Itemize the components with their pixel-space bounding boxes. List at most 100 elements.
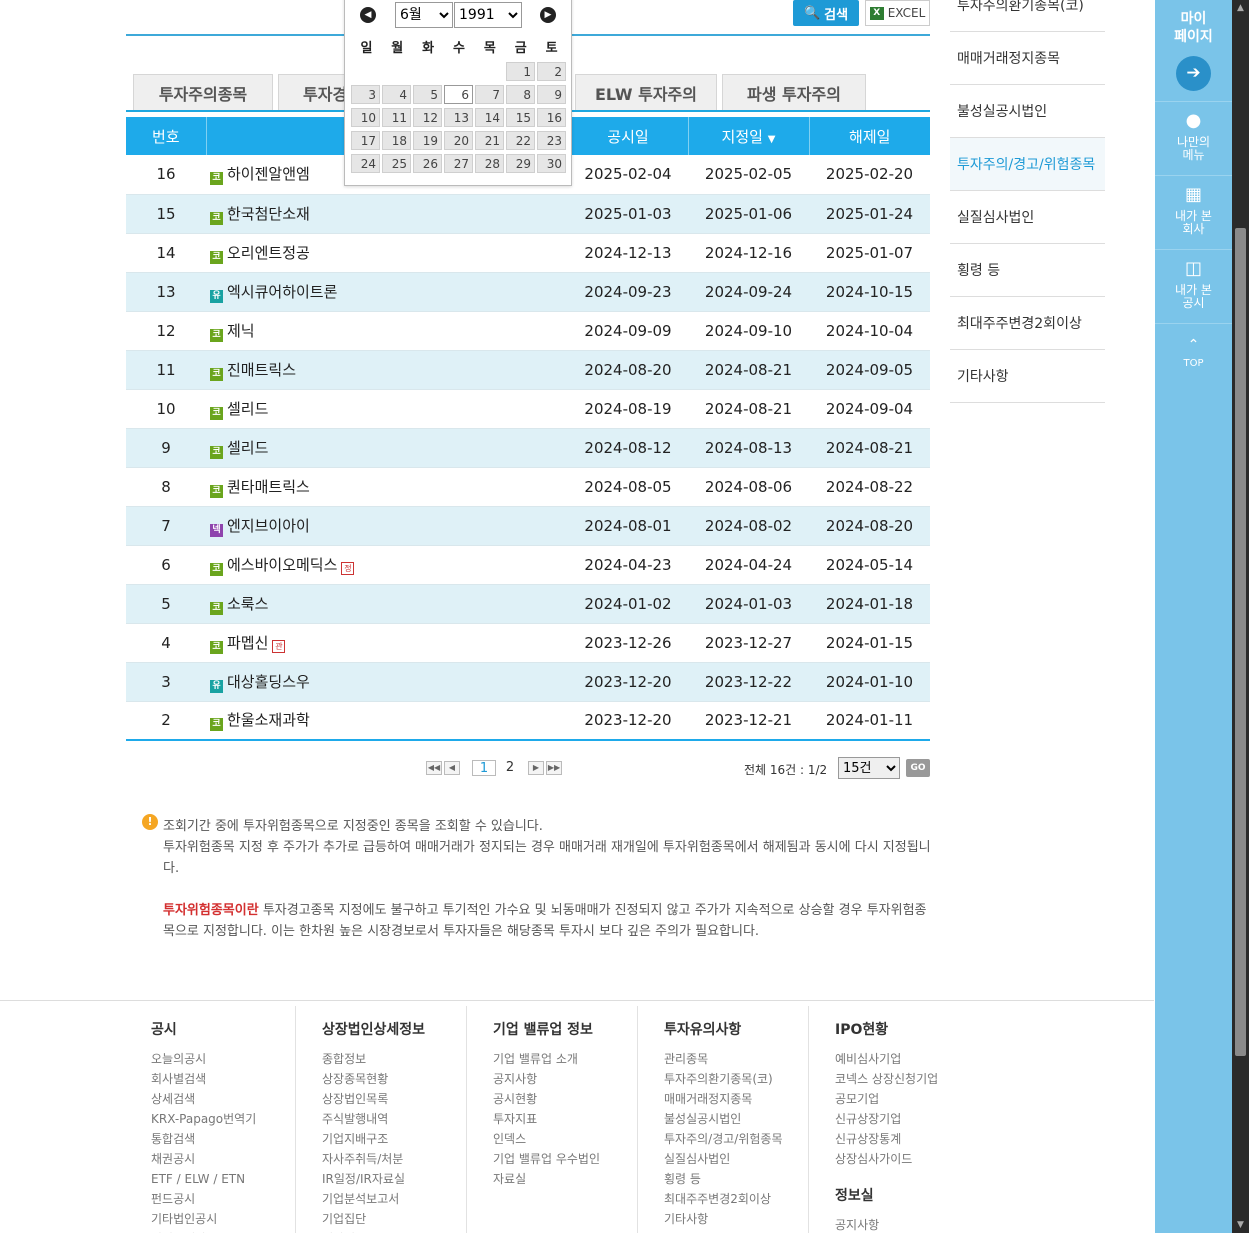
- footer-link[interactable]: 배당정보: [322, 1229, 482, 1233]
- sidenav-item[interactable]: 투자주의/경고/위험종목: [950, 138, 1105, 191]
- footer-link[interactable]: 최대주주변경2회이상: [664, 1189, 824, 1209]
- company-name[interactable]: 파멥신: [227, 634, 268, 652]
- scroll-up-icon[interactable]: ▲: [1232, 3, 1249, 13]
- footer-link[interactable]: 공지사항: [493, 1069, 653, 1089]
- search-button[interactable]: 🔍 검색: [793, 0, 859, 26]
- company-cell[interactable]: 코 오리엔트정공: [206, 233, 568, 273]
- sidenav-item[interactable]: 실질심사법인: [950, 191, 1105, 244]
- company-cell[interactable]: 코 제닉: [206, 311, 568, 351]
- footer-link[interactable]: 상장법인목록: [322, 1089, 482, 1109]
- footer-link[interactable]: 투자지표: [493, 1109, 653, 1129]
- sidenav-item[interactable]: 최대주주변경2회이상: [950, 297, 1105, 350]
- company-cell[interactable]: 코 소룩스: [206, 584, 568, 624]
- calendar-day[interactable]: 8: [506, 85, 535, 104]
- footer-link[interactable]: 공시현황: [493, 1089, 653, 1109]
- company-name[interactable]: 한국첨단소재: [227, 205, 310, 223]
- calendar-day[interactable]: 6: [444, 85, 473, 104]
- viewed-companies-button[interactable]: ▦ 내가 본 회사: [1155, 175, 1232, 248]
- next-month-icon[interactable]: ▶: [540, 7, 556, 23]
- calendar-day[interactable]: 21: [475, 131, 504, 150]
- calendar-day[interactable]: 4: [382, 85, 411, 104]
- company-name[interactable]: 셀리드: [227, 439, 268, 457]
- calendar-day[interactable]: 29: [506, 154, 535, 173]
- footer-link[interactable]: 실질심사법인: [664, 1149, 824, 1169]
- footer-link[interactable]: KRX-Papago번역기: [151, 1109, 311, 1129]
- footer-link[interactable]: 오늘의공시: [151, 1049, 311, 1069]
- footer-link[interactable]: 기업 밸류업 소개: [493, 1049, 653, 1069]
- page-size-select[interactable]: 15건: [838, 757, 900, 779]
- company-name[interactable]: 셀리드: [227, 400, 268, 418]
- company-name[interactable]: 엑시큐어하이트론: [227, 283, 337, 301]
- footer-link[interactable]: 코넥스 상장신청기업: [835, 1069, 995, 1089]
- calendar-day[interactable]: 10: [351, 108, 380, 127]
- footer-link[interactable]: 불성실공시법인: [664, 1109, 824, 1129]
- footer-link[interactable]: 종합정보: [322, 1049, 482, 1069]
- my-menu-button[interactable]: ● 나만의 메뉴: [1155, 101, 1232, 174]
- company-cell[interactable]: 코 진매트릭스: [206, 350, 568, 390]
- footer-link[interactable]: 관리종목: [664, 1049, 824, 1069]
- tab-elw-caution[interactable]: ELW 투자주의: [575, 74, 717, 110]
- calendar-day[interactable]: 20: [444, 131, 473, 150]
- next-page-icon[interactable]: ▶: [528, 761, 544, 775]
- sidenav-item[interactable]: 횡령 등: [950, 244, 1105, 297]
- last-page-icon[interactable]: ▶▶: [546, 761, 562, 775]
- header-designation-date[interactable]: 지정일 ▼: [688, 117, 810, 155]
- tab-caution[interactable]: 투자주의종목: [133, 74, 273, 110]
- footer-link[interactable]: ETF / ELW / ETN: [151, 1169, 311, 1189]
- footer-link[interactable]: 기업 밸류업 우수법인: [493, 1149, 653, 1169]
- sidenav-item[interactable]: 매매거래정지종목: [950, 32, 1105, 85]
- calendar-day[interactable]: 12: [413, 108, 442, 127]
- company-cell[interactable]: 코 파멥신 관: [206, 623, 568, 663]
- company-name[interactable]: 하이젠알앤엠: [227, 165, 310, 183]
- scrollbar[interactable]: ▲ ▼: [1232, 0, 1249, 1233]
- calendar-day[interactable]: 9: [537, 85, 566, 104]
- company-cell[interactable]: 넥 엔지브이아이: [206, 506, 568, 546]
- footer-link[interactable]: 통합검색: [151, 1129, 311, 1149]
- company-cell[interactable]: 코 퀀타매트릭스: [206, 467, 568, 507]
- footer-link[interactable]: 주식발행내역: [322, 1109, 482, 1129]
- calendar-day[interactable]: 7: [475, 85, 504, 104]
- footer-link[interactable]: 기타사항: [664, 1209, 824, 1229]
- tab-derivative-caution[interactable]: 파생 투자주의: [722, 74, 866, 110]
- company-name[interactable]: 진매트릭스: [227, 361, 296, 379]
- calendar-day[interactable]: 16: [537, 108, 566, 127]
- calendar-day[interactable]: 27: [444, 154, 473, 173]
- company-cell[interactable]: 코 한울소재과학: [206, 701, 568, 741]
- scroll-thumb[interactable]: [1235, 228, 1246, 1056]
- company-name[interactable]: 에스바이오메딕스: [227, 556, 337, 574]
- calendar-day[interactable]: 13: [444, 108, 473, 127]
- calendar-day[interactable]: 5: [413, 85, 442, 104]
- header-disclosure-date[interactable]: 공시일: [568, 117, 689, 155]
- company-name[interactable]: 한울소재과학: [227, 711, 310, 729]
- footer-link[interactable]: 공지사항: [835, 1215, 995, 1233]
- company-cell[interactable]: 유 대상홀딩스우: [206, 662, 568, 702]
- sidenav-item[interactable]: 불성실공시법인: [950, 85, 1105, 138]
- calendar-day[interactable]: 14: [475, 108, 504, 127]
- header-release-date[interactable]: 해제일: [809, 117, 930, 155]
- calendar-day[interactable]: 30: [537, 154, 566, 173]
- company-name[interactable]: 퀀타매트릭스: [227, 478, 310, 496]
- company-cell[interactable]: 코 에스바이오메딕스 정: [206, 545, 568, 585]
- calendar-day[interactable]: 28: [475, 154, 504, 173]
- footer-link[interactable]: 신규상장통계: [835, 1129, 995, 1149]
- calendar-day[interactable]: 17: [351, 131, 380, 150]
- scroll-down-icon[interactable]: ▼: [1232, 1220, 1249, 1230]
- footer-link[interactable]: 예비심사기업: [835, 1049, 995, 1069]
- go-button[interactable]: GO: [906, 759, 930, 777]
- footer-link[interactable]: IR일정/IR자료실: [322, 1169, 482, 1189]
- footer-link[interactable]: 채권공시: [151, 1149, 311, 1169]
- footer-link[interactable]: 자료실: [493, 1169, 653, 1189]
- company-name[interactable]: 제닉: [227, 322, 255, 340]
- footer-link[interactable]: 기업집단: [322, 1209, 482, 1229]
- excel-button[interactable]: X EXCEL: [865, 0, 930, 26]
- page-link[interactable]: 2: [498, 760, 522, 776]
- calendar-day[interactable]: 2: [537, 62, 566, 81]
- top-button[interactable]: ⌃ TOP: [1155, 323, 1232, 377]
- footer-link[interactable]: 기업분석보고서: [322, 1189, 482, 1209]
- footer-link[interactable]: 투자주의/경고/위험종목: [664, 1129, 824, 1149]
- month-select[interactable]: 6월: [395, 2, 453, 28]
- footer-link[interactable]: 자사주취득/처분: [322, 1149, 482, 1169]
- footer-link[interactable]: 상장종목현황: [322, 1069, 482, 1089]
- calendar-day[interactable]: 15: [506, 108, 535, 127]
- calendar-day[interactable]: 22: [506, 131, 535, 150]
